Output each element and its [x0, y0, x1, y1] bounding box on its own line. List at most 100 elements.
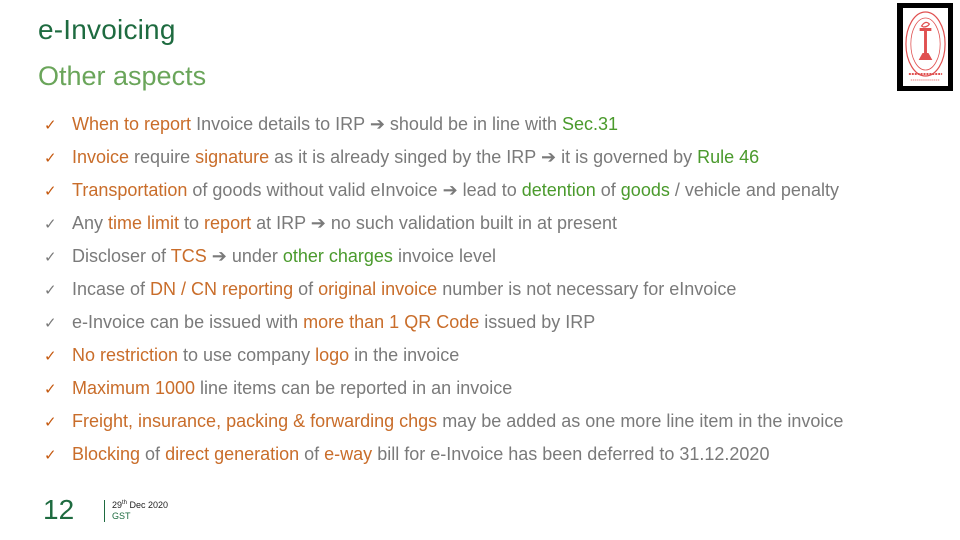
text-segment: line items can be reported in an invoice [195, 378, 513, 398]
text-segment: no such validation built in at present [325, 213, 618, 233]
slide-title: e-Invoicing [38, 14, 176, 45]
bullet-item: ✓ Any time limit to report at IRP ➔ no su… [44, 209, 843, 242]
highlight-text: e-way [324, 444, 373, 464]
highlight-text: No restriction [72, 345, 179, 365]
text-segment: to use company [178, 345, 316, 365]
bullet-item: ✓ Incase of DN / CN reporting of original… [44, 275, 843, 308]
checkmark-icon: ✓ [44, 447, 57, 464]
text-segment: Incase of [72, 279, 151, 299]
logo-frame [902, 7, 949, 87]
text-segment: invoice level [392, 246, 496, 266]
text-segment: at IRP [251, 213, 311, 233]
text-segment: to [179, 213, 205, 233]
highlight-text: Invoice [72, 147, 130, 167]
text-segment: of [293, 279, 319, 299]
highlight-text: time limit [108, 213, 180, 233]
checkmark-icon: ✓ [44, 315, 57, 332]
bullet-item: ✓ Freight, insurance, packing & forwardin… [44, 407, 843, 440]
bullet-text: Discloser of TCS ➔ under other charges i… [72, 242, 496, 270]
bullet-item: ✓ Discloser of TCS ➔ under other charges … [44, 242, 843, 275]
text-segment: bill for e-Invoice has been deferred to … [372, 444, 770, 464]
text-segment: issued by IRP [479, 312, 596, 332]
bullet-item: ✓ Invoice require signature as it is alre… [44, 143, 843, 176]
checkmark-icon: ✓ [44, 216, 57, 233]
highlight-text: DN / CN reporting [150, 279, 294, 299]
arrow-right-icon: ➔ [540, 147, 557, 167]
bullet-item: ✓ No restriction to use company logo in t… [44, 341, 843, 374]
text-segment: Invoice details to IRP [191, 114, 370, 134]
text-segment: it is governed by [556, 147, 698, 167]
bullet-item: ✓ When to report Invoice details to IRP ➔… [44, 110, 843, 143]
bullet-text: When to report Invoice details to IRP ➔ … [72, 110, 618, 138]
checkmark-icon: ✓ [44, 249, 57, 266]
arrow-right-icon: ➔ [310, 213, 326, 233]
text-segment: may be added as one more line item in th… [437, 411, 844, 431]
highlight-text: Freight, insurance, packing & forwarding… [72, 411, 438, 431]
highlight-text: signature [195, 147, 270, 167]
highlight-text: more than 1 QR Code [303, 312, 480, 332]
bullet-text: Maximum 1000 line items can be reported … [72, 374, 512, 402]
bullet-text: Transportation of goods without valid eI… [72, 176, 839, 204]
bullet-text: Invoice require signature as it is alrea… [72, 143, 759, 171]
highlight-text: Blocking [72, 444, 141, 464]
text-segment: should be in line with [384, 114, 563, 134]
bullet-item: ✓ Blocking of direct generation of e-way … [44, 440, 843, 473]
bullet-text: Incase of DN / CN reporting of original … [72, 275, 736, 303]
footer-date: 29th Dec 2020 [112, 500, 168, 510]
text-segment: number is not necessary for eInvoice [437, 279, 737, 299]
bullet-list: ✓ When to report Invoice details to IRP ➔… [44, 110, 843, 473]
text-segment: as it is already singed by the IRP [269, 147, 541, 167]
logo [897, 3, 953, 91]
checkmark-icon: ✓ [44, 348, 57, 365]
text-segment: of goods without valid eInvoice [187, 180, 443, 200]
highlight-text: other charges [282, 246, 393, 266]
checkmark-icon: ✓ [44, 381, 57, 398]
highlight-text: report [204, 213, 252, 233]
institute-emblem-icon [905, 11, 946, 81]
bullet-text: No restriction to use company logo in th… [72, 341, 459, 369]
page-number: 12 [43, 494, 75, 525]
checkmark-icon: ✓ [44, 150, 57, 167]
text-segment: e-Invoice can be issued with [72, 312, 304, 332]
bullet-item: ✓ e-Invoice can be issued with more than … [44, 308, 843, 341]
checkmark-icon: ✓ [44, 183, 57, 200]
footer-divider [104, 500, 105, 522]
footer-date-rest: Dec 2020 [127, 500, 169, 510]
bullet-text: Blocking of direct generation of e-way b… [72, 440, 769, 468]
arrow-right-icon: ➔ [442, 180, 458, 200]
text-segment: of [299, 444, 325, 464]
bullet-text: e-Invoice can be issued with more than 1… [72, 308, 595, 336]
text-segment: lead to [457, 180, 522, 200]
text-segment: require [129, 147, 196, 167]
text-segment: in the invoice [349, 345, 460, 365]
slide-subtitle: Other aspects [38, 61, 207, 91]
checkmark-icon: ✓ [44, 117, 57, 134]
highlight-text: original invoice [318, 279, 438, 299]
footer-org: GST [112, 511, 131, 521]
highlight-text: TCS [170, 246, 207, 266]
checkmark-icon: ✓ [44, 414, 57, 431]
highlight-text: Rule 46 [697, 147, 760, 167]
highlight-text: When to report [72, 114, 192, 134]
arrow-right-icon: ➔ [369, 114, 385, 134]
footer-date-day: 29 [112, 500, 123, 510]
checkmark-icon: ✓ [44, 282, 57, 299]
bullet-text: Freight, insurance, packing & forwarding… [72, 407, 843, 435]
text-segment: / vehicle and penalty [669, 180, 839, 200]
bullet-item: ✓ Transportation of goods without valid e… [44, 176, 843, 209]
bullet-item: ✓ Maximum 1000 line items can be reported… [44, 374, 843, 407]
text-segment: of [595, 180, 621, 200]
highlight-text: goods [620, 180, 670, 200]
highlight-text: detention [521, 180, 596, 200]
highlight-text: logo [315, 345, 350, 365]
text-segment: of [140, 444, 166, 464]
text-segment: Discloser of [72, 246, 171, 266]
highlight-text: direct generation [165, 444, 300, 464]
highlight-text: Maximum 1000 [72, 378, 196, 398]
text-segment: under [226, 246, 283, 266]
bullet-text: Any time limit to report at IRP ➔ no suc… [72, 209, 617, 237]
highlight-text: Sec.31 [562, 114, 619, 134]
arrow-right-icon: ➔ [211, 246, 227, 266]
highlight-text: Transportation [72, 180, 188, 200]
text-segment: Any [72, 213, 109, 233]
